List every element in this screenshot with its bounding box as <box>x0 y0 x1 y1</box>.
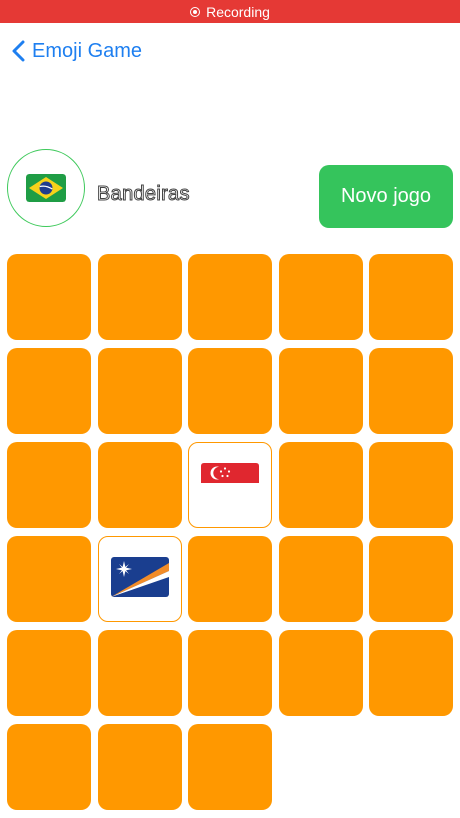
card-hidden[interactable] <box>188 348 272 434</box>
card-hidden[interactable] <box>278 254 363 340</box>
card-hidden[interactable] <box>7 348 91 434</box>
card-hidden[interactable] <box>7 442 91 528</box>
card-hidden[interactable] <box>188 630 272 716</box>
card-hidden[interactable] <box>7 630 91 716</box>
new-game-button[interactable]: Novo jogo <box>319 165 453 228</box>
card-hidden[interactable] <box>7 724 91 810</box>
category-label: Bandeiras <box>97 183 190 206</box>
card-hidden[interactable] <box>188 724 272 810</box>
card-hidden[interactable] <box>278 348 363 434</box>
marshall-islands-flag-icon <box>110 557 169 601</box>
chevron-left-icon <box>12 40 25 62</box>
recording-status-bar: Recording <box>0 0 460 23</box>
brazil-flag-icon <box>26 174 66 202</box>
card-revealed[interactable] <box>97 536 182 622</box>
card-hidden[interactable] <box>278 536 363 622</box>
card-revealed[interactable] <box>188 442 272 528</box>
card-hidden[interactable] <box>97 724 182 810</box>
card-hidden[interactable] <box>278 630 363 716</box>
game-header: Bandeiras Novo jogo <box>0 148 460 230</box>
card-hidden[interactable] <box>369 442 453 528</box>
card-hidden[interactable] <box>97 254 182 340</box>
card-hidden[interactable] <box>188 254 272 340</box>
card-hidden[interactable] <box>188 536 272 622</box>
card-hidden[interactable] <box>7 254 91 340</box>
card-hidden[interactable] <box>97 442 182 528</box>
card-grid <box>7 254 453 810</box>
card-hidden[interactable] <box>369 254 453 340</box>
back-button[interactable]: Emoji Game <box>0 40 142 63</box>
recording-label: Recording <box>206 3 270 20</box>
card-hidden[interactable] <box>369 348 453 434</box>
record-icon <box>190 6 201 17</box>
singapore-flag-icon <box>201 463 259 507</box>
card-hidden[interactable] <box>7 536 91 622</box>
card-hidden[interactable] <box>97 348 182 434</box>
card-hidden[interactable] <box>369 630 453 716</box>
card-hidden[interactable] <box>278 442 363 528</box>
navigation-bar: Emoji Game <box>0 23 460 79</box>
back-label: Emoji Game <box>32 39 143 62</box>
category-avatar <box>7 149 85 227</box>
card-hidden[interactable] <box>97 630 182 716</box>
card-hidden[interactable] <box>369 536 453 622</box>
